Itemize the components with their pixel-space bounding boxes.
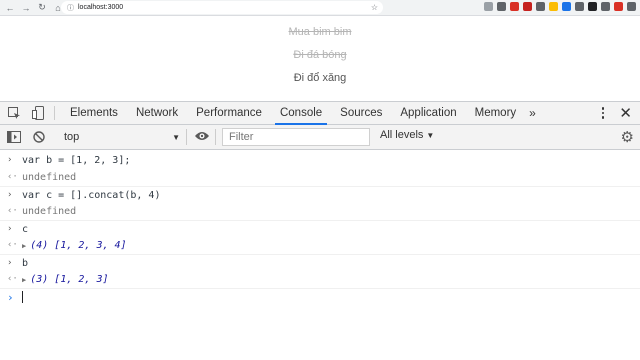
more-tabs-button[interactable]: » bbox=[529, 106, 536, 120]
context-value: top bbox=[64, 131, 80, 143]
console-input-line: › b bbox=[0, 254, 640, 271]
todo-item[interactable]: Mua bim bim bbox=[0, 26, 640, 38]
console-code: var c = [].concat(b, 4) bbox=[22, 190, 161, 201]
divider bbox=[215, 129, 216, 145]
result-chevron-icon: ‹· bbox=[7, 274, 18, 284]
console-array-preview: (3) [1, 2, 3] bbox=[30, 274, 109, 285]
dropdown-caret-icon: ▼ bbox=[426, 131, 435, 140]
result-chevron-icon: ‹· bbox=[7, 240, 18, 250]
text-cursor bbox=[22, 291, 23, 303]
bookmark-star-icon[interactable]: ☆ bbox=[371, 3, 378, 12]
result-chevron-icon: ‹· bbox=[7, 206, 18, 216]
extension-icon[interactable] bbox=[601, 2, 610, 11]
devtools-tabbar: Elements Network Performance Console Sou… bbox=[0, 102, 640, 125]
input-chevron-icon: › bbox=[7, 190, 13, 200]
extension-icon[interactable] bbox=[562, 2, 571, 11]
eye-icon[interactable] bbox=[194, 130, 210, 145]
log-levels-dropdown[interactable]: All levels ▼ bbox=[380, 129, 434, 141]
console-result-line[interactable]: ‹· ▶ (3) [1, 2, 3] bbox=[0, 271, 640, 288]
console-code: c bbox=[22, 224, 29, 235]
todo-item[interactable]: Đi đổ xăng bbox=[0, 72, 640, 84]
forward-icon[interactable]: → bbox=[20, 2, 32, 14]
browser-toolbar: ← → ↻ ⌂ ⓘ localhost:3000 ☆ bbox=[0, 0, 640, 16]
tab-elements[interactable]: Elements bbox=[61, 102, 127, 125]
tab-network[interactable]: Network bbox=[127, 102, 187, 125]
prompt-chevron-icon: › bbox=[7, 291, 14, 304]
tab-sources[interactable]: Sources bbox=[331, 102, 391, 125]
console-result: undefined bbox=[22, 172, 77, 183]
extension-icon[interactable] bbox=[536, 2, 545, 11]
extension-icon[interactable] bbox=[575, 2, 584, 11]
input-chevron-icon: › bbox=[7, 155, 13, 165]
console-input-line: › var b = [1, 2, 3]; bbox=[0, 152, 640, 169]
extension-icon[interactable] bbox=[523, 2, 532, 11]
tab-application[interactable]: Application bbox=[391, 102, 465, 125]
info-icon[interactable]: ⓘ bbox=[67, 3, 74, 13]
address-bar[interactable]: ⓘ localhost:3000 ☆ bbox=[61, 1, 383, 14]
close-icon[interactable]: ✕ bbox=[619, 104, 632, 122]
dropdown-caret-icon: ▼ bbox=[172, 132, 180, 142]
expand-triangle-icon[interactable]: ▶ bbox=[22, 242, 26, 250]
console-input-line: › c bbox=[0, 220, 640, 237]
extensions-row bbox=[484, 2, 636, 11]
input-chevron-icon: › bbox=[7, 224, 13, 234]
extension-icon[interactable] bbox=[484, 2, 493, 11]
page-viewport: Mua bim bim Đi đá bóng Đi đổ xăng bbox=[0, 17, 640, 101]
console-result-line: ‹· undefined bbox=[0, 169, 640, 186]
reload-icon[interactable]: ↻ bbox=[36, 2, 48, 14]
tab-memory[interactable]: Memory bbox=[466, 102, 526, 125]
extension-icon[interactable] bbox=[588, 2, 597, 11]
divider bbox=[54, 106, 55, 120]
devtools-panel: Elements Network Performance Console Sou… bbox=[0, 101, 640, 360]
gear-icon[interactable]: ⚙ bbox=[621, 128, 634, 146]
url-text: localhost:3000 bbox=[78, 4, 124, 11]
console-toolbar: top ▼ All levels▼ ⚙ bbox=[0, 125, 640, 150]
result-chevron-icon: ‹· bbox=[7, 172, 18, 182]
context-selector[interactable]: top ▼ bbox=[58, 128, 182, 146]
console-prompt[interactable]: › bbox=[0, 288, 640, 305]
extension-icon[interactable] bbox=[497, 2, 506, 11]
console-result: undefined bbox=[22, 206, 77, 217]
clear-console-icon[interactable] bbox=[31, 129, 47, 145]
console-array-preview: (4) [1, 2, 3, 4] bbox=[30, 240, 127, 251]
extension-icon[interactable] bbox=[510, 2, 519, 11]
sidebar-toggle-icon[interactable] bbox=[6, 129, 22, 145]
expand-triangle-icon[interactable]: ▶ bbox=[22, 276, 26, 284]
inspect-element-icon[interactable] bbox=[6, 105, 22, 121]
console-result-line: ‹· undefined bbox=[0, 203, 640, 220]
filter-input[interactable] bbox=[222, 128, 370, 146]
device-toolbar-icon[interactable] bbox=[30, 105, 46, 121]
input-chevron-icon: › bbox=[7, 258, 13, 268]
back-icon[interactable]: ← bbox=[4, 2, 16, 14]
console-output: › var b = [1, 2, 3]; ‹· undefined › var c =… bbox=[0, 152, 640, 360]
extension-icon[interactable] bbox=[614, 2, 623, 11]
todo-item[interactable]: Đi đá bóng bbox=[0, 49, 640, 61]
console-result-line[interactable]: ‹· ▶ (4) [1, 2, 3, 4] bbox=[0, 237, 640, 254]
console-code: b bbox=[22, 258, 29, 269]
extension-icon[interactable] bbox=[627, 2, 636, 11]
kebab-menu-icon[interactable] bbox=[598, 105, 608, 121]
log-levels-label: All levels bbox=[380, 129, 424, 141]
console-code: var b = [1, 2, 3]; bbox=[22, 155, 131, 166]
tab-console[interactable]: Console bbox=[271, 102, 331, 125]
extension-icon[interactable] bbox=[549, 2, 558, 11]
tab-performance[interactable]: Performance bbox=[187, 102, 271, 125]
divider bbox=[186, 129, 187, 145]
console-input-line: › var c = [].concat(b, 4) bbox=[0, 186, 640, 203]
